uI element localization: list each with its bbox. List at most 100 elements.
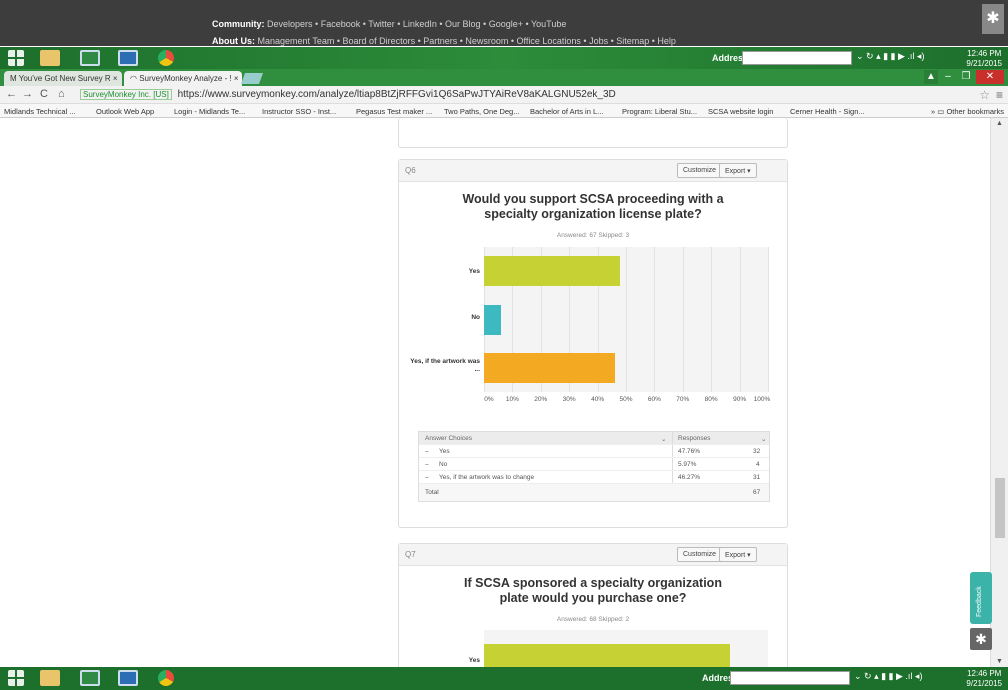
bar-label-no: No [471, 314, 480, 321]
row-expand-icon[interactable]: – [425, 474, 429, 481]
x-tick-label: 50% [619, 396, 633, 403]
question-number: Q6 [405, 166, 416, 175]
col-answer-choices[interactable]: Answer Choices [425, 435, 472, 442]
bookmark-item[interactable]: Outlook Web App [96, 107, 154, 116]
address-bar: ← → C ⌂ SurveyMonkey Inc. [US] https://w… [0, 86, 1008, 104]
chrome-menu-icon[interactable]: ≡ [996, 88, 1003, 102]
clock[interactable]: 12:46 PM 9/21/2015 [966, 49, 1002, 69]
windows-start-icon[interactable] [8, 50, 24, 66]
gridline [739, 247, 741, 392]
file-explorer-icon[interactable] [40, 670, 60, 686]
x-tick-label: 90% [733, 396, 747, 403]
chrome-icon[interactable] [158, 670, 174, 686]
excel-icon[interactable] [80, 50, 100, 66]
question-title: Would you support SCSA proceeding with a… [462, 192, 724, 221]
address-input[interactable] [730, 671, 850, 685]
customize-button[interactable]: Customize [677, 547, 723, 562]
system-tray[interactable]: ⌄ ↻ ▴ ▮ ▮ ▶ .ıl ◂) [856, 51, 924, 62]
q7-bar-chart [484, 630, 768, 667]
restore-button[interactable]: ❐ [958, 70, 974, 84]
previous-question-card [398, 118, 788, 148]
bookmark-item[interactable]: Bachelor of Arts in L... [530, 107, 603, 116]
address-input[interactable] [742, 51, 852, 65]
windows-start-icon[interactable] [8, 670, 24, 686]
bookmark-item[interactable]: Instructor SSO - Inst... [262, 107, 336, 116]
excel-icon[interactable] [80, 670, 100, 686]
export-button[interactable]: Export ▾ [719, 547, 757, 562]
bookmark-item[interactable]: Login - Midlands Te... [174, 107, 245, 116]
bookmark-item[interactable]: Midlands Technical ... [4, 107, 76, 116]
back-icon[interactable]: ← [6, 88, 17, 100]
system-tray[interactable]: ⌄ ↻ ▴ ▮ ▮ ▶ .ıl ◂) [854, 671, 922, 682]
bookmark-item[interactable]: Two Paths, One Deg... [444, 107, 519, 116]
minimize-button[interactable]: – [940, 70, 956, 84]
forward-icon[interactable]: → [22, 88, 33, 100]
x-tick-label: 60% [647, 396, 661, 403]
answered-skipped: Answered: 67 Skipped: 3 [556, 232, 630, 239]
export-button[interactable]: Export ▾ [719, 163, 757, 178]
home-icon[interactable]: ⌂ [58, 88, 65, 100]
taskbar-bottom: Address ⌄ ↻ ▴ ▮ ▮ ▶ .ıl ◂) 12:46 PM 9/21… [0, 667, 1008, 690]
browser-tab-strip: M You've Got New Survey R × ◠ SurveyMonk… [0, 69, 1008, 86]
gridline [768, 247, 769, 392]
bookmark-item[interactable]: Pegasus Test maker ... [356, 107, 432, 116]
gridline [682, 247, 684, 392]
community-links-row[interactable]: Community: Developers • Facebook • Twitt… [212, 19, 566, 29]
table-header-row: Answer Choices ⌄ Responses ⌄ [419, 432, 769, 445]
clock[interactable]: 12:46 PM 9/21/2015 [966, 669, 1002, 689]
scroll-down-icon[interactable]: ▼ [996, 658, 1003, 665]
reload-icon[interactable]: C [40, 88, 48, 100]
x-tick-label: 10% [505, 396, 519, 403]
bar-yes-if-the-artwork-was [484, 352, 616, 383]
bookmark-item[interactable]: Cerner Health - Sign... [790, 107, 865, 116]
row-expand-icon[interactable]: – [425, 461, 429, 468]
bookmark-item[interactable]: Program: Liberal Stu... [622, 107, 697, 116]
table-row[interactable]: – No 5.97% 4 [419, 458, 769, 471]
table-total-row: Total 67 [419, 484, 769, 501]
pin-icon[interactable]: ▲ [924, 70, 938, 84]
responses-table: Answer Choices ⌄ Responses ⌄ – Yes 47.76… [418, 431, 770, 502]
file-explorer-icon[interactable] [40, 50, 60, 66]
scroll-up-icon[interactable]: ▲ [996, 120, 1003, 127]
gridline [711, 247, 713, 392]
page-scrollbar[interactable]: ▲ ▼ [990, 118, 1008, 667]
sort-icon[interactable]: ⌄ [761, 435, 766, 443]
answered-skipped: Answered: 68 Skipped: 2 [556, 616, 630, 623]
col-responses[interactable]: Responses [678, 435, 711, 442]
close-button[interactable]: ✕ [976, 70, 1004, 84]
feedback-tab[interactable]: Feedback [970, 572, 992, 624]
tab-surveymonkey[interactable]: ◠ SurveyMonkey Analyze - ! × [124, 71, 242, 86]
x-tick-label: 40% [591, 396, 605, 403]
table-row[interactable]: – Yes 47.76% 32 [419, 445, 769, 458]
bookmark-item[interactable]: SCSA website login [708, 107, 773, 116]
table-row[interactable]: – Yes, if the artwork was to change 46.2… [419, 471, 769, 484]
bug-icon[interactable]: ✱ [982, 4, 1004, 34]
row-expand-icon[interactable]: – [425, 448, 429, 455]
x-tick-label: 70% [676, 396, 690, 403]
sort-icon[interactable]: ⌄ [661, 435, 666, 443]
bar-yes [484, 644, 730, 667]
question-title: If SCSA sponsored a specialty organizati… [464, 576, 722, 605]
taskbar-top: Address ⌄ ↻ ▴ ▮ ▮ ▶ .ıl ◂) 12:46 PM 9/21… [0, 47, 1008, 69]
bookmark-star-icon[interactable]: ☆ [979, 88, 990, 102]
gridline [626, 247, 627, 392]
chrome-icon[interactable] [158, 50, 174, 66]
url-field[interactable]: SurveyMonkey Inc. [US] https://www.surve… [80, 89, 616, 100]
x-tick-label: 100% [753, 396, 771, 403]
about-links-row[interactable]: About Us: Management Team • Board of Dir… [212, 36, 676, 46]
x-tick-label: 30% [562, 396, 576, 403]
publisher-icon[interactable] [118, 670, 138, 686]
bar-label-yes: Yes [468, 268, 480, 275]
bar-label-yes: Yes [468, 657, 480, 664]
card-header: Q7 Customize Export ▾ [399, 544, 787, 566]
bug-icon[interactable]: ✱ [970, 628, 992, 650]
new-tab-button[interactable] [240, 73, 264, 84]
bar-no [484, 304, 501, 335]
customize-button[interactable]: Customize [677, 163, 723, 178]
secure-badge[interactable]: SurveyMonkey Inc. [US] [80, 89, 172, 100]
tab-gmail[interactable]: M You've Got New Survey R × [4, 71, 122, 86]
other-bookmarks[interactable]: » ▭ Other bookmarks [931, 107, 1004, 116]
publisher-icon[interactable] [118, 50, 138, 66]
url-text[interactable]: https://www.surveymonkey.com/analyze/lti… [178, 89, 616, 100]
scroll-thumb[interactable] [995, 478, 1005, 538]
